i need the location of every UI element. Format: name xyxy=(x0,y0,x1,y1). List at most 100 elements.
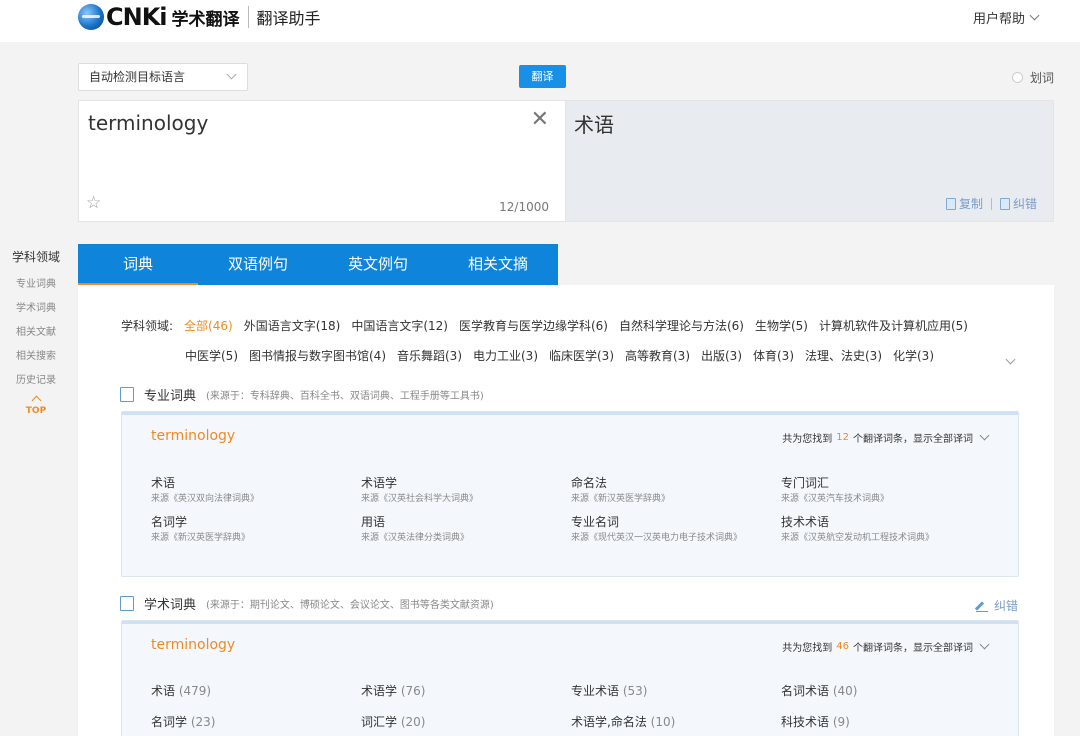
subject-filter-item[interactable]: 出版(3) xyxy=(701,347,742,364)
entry-count: (479) xyxy=(178,684,212,698)
subject-filter-item[interactable]: 电力工业(3) xyxy=(473,347,538,364)
tab-bilingual-examples[interactable]: 双语例句 xyxy=(198,244,318,285)
clear-icon[interactable]: ✕ xyxy=(531,109,549,131)
sidebar-item-pro-dict[interactable]: 专业词典 xyxy=(0,273,72,297)
subject-filter-item[interactable]: 中国语言文字(12) xyxy=(351,317,448,334)
header: CNKi 学术翻译 翻译助手 用户帮助 xyxy=(0,0,1080,42)
acad-dict-source: (来源于：期刊论文、博硕论文、会议论文、图书等各类文献资源) xyxy=(206,600,494,611)
subject-filter-item[interactable]: 临床医学(3) xyxy=(549,347,614,364)
chevron-down-icon xyxy=(979,430,990,441)
acad-dict-entry[interactable]: 名词学 (23) xyxy=(151,713,361,730)
source-textarea[interactable]: terminology ✕ ☆ 12/1000 xyxy=(78,100,566,222)
entry-count: (23) xyxy=(190,715,216,729)
sidebar-item-history[interactable]: 历史记录 xyxy=(0,369,72,393)
output-actions: 复制 纠错 xyxy=(945,195,1037,212)
logo-cnki-text: CNKi xyxy=(106,3,168,31)
entry-source: 来源《现代英汉一汉英电力电子技术词典》 xyxy=(571,533,743,543)
pro-dict-entry[interactable]: 专业名词 来源《现代英汉一汉英电力电子技术词典》 xyxy=(571,513,781,544)
entry-source: 来源《汉英汽车技术词典》 xyxy=(781,494,890,504)
pro-dict-entry[interactable]: 术语学 来源《汉英社会科学大词典》 xyxy=(361,474,571,505)
acad-dict-entry[interactable]: 术语学,命名法 (10) xyxy=(571,713,781,730)
tab-dictionary[interactable]: 词典 xyxy=(78,244,198,285)
help-menu[interactable]: 用户帮助 xyxy=(973,8,1040,27)
count-suffix: 个翻译词条，显示全部译词 xyxy=(853,434,973,445)
subject-filter-item[interactable]: 体育(3) xyxy=(753,347,794,364)
subject-filter-item[interactable]: 生物学(5) xyxy=(755,317,808,334)
subject-filter-item[interactable]: 法理、法史(3) xyxy=(805,347,882,364)
source-text[interactable]: terminology xyxy=(88,111,208,135)
chevron-down-icon xyxy=(226,69,237,80)
huaci-radio[interactable] xyxy=(1011,72,1023,83)
entry-source: 来源《新汉英医学辞典》 xyxy=(571,494,671,504)
tab-related-abstracts[interactable]: 相关文摘 xyxy=(438,244,558,285)
pro-dict-entry[interactable]: 技术术语 来源《汉英航空发动机工程技术词典》 xyxy=(781,513,991,544)
copy-button[interactable]: 复制 xyxy=(945,195,983,212)
acad-dict-term: terminology xyxy=(151,637,236,653)
entry-term: 技术术语 xyxy=(781,515,830,529)
entry-count: (9) xyxy=(832,715,850,729)
target-language-select[interactable]: 自动检测目标语言 xyxy=(78,63,248,91)
sidebar-item-acad-dict[interactable]: 学术词典 xyxy=(0,297,72,321)
chevron-down-icon xyxy=(1029,10,1040,21)
cnki-logo[interactable]: CNKi 学术翻译 翻译助手 xyxy=(78,2,321,32)
correct-button[interactable]: 纠错 xyxy=(999,195,1037,212)
entry-count: (40) xyxy=(832,684,858,698)
acad-dict-count[interactable]: 共为您找到 46 个翻译词条，显示全部译词 xyxy=(782,639,990,654)
count-number: 46 xyxy=(836,641,849,652)
subject-filter-item[interactable]: 中医学(5) xyxy=(185,347,238,364)
pro-dict-count[interactable]: 共为您找到 12 个翻译词条，显示全部译词 xyxy=(782,430,990,445)
pro-dict-entry[interactable]: 命名法 来源《新汉英医学辞典》 xyxy=(571,474,781,505)
entry-term: 术语学,命名法 xyxy=(571,715,647,729)
back-to-top-button[interactable]: TOP xyxy=(0,395,72,416)
acad-dict-header: 学术词典 (来源于：期刊论文、博硕论文、会议论文、图书等各类文献资源) xyxy=(120,594,494,613)
entry-term: 名词学 xyxy=(151,515,188,529)
entry-source: 来源《英汉双向法律词典》 xyxy=(151,494,260,504)
star-icon[interactable]: ☆ xyxy=(86,193,101,213)
expand-subjects-chevron-icon[interactable] xyxy=(1005,354,1016,365)
pro-dict-entry[interactable]: 用语 来源《汉英法律分类词典》 xyxy=(361,513,571,544)
tab-english-examples[interactable]: 英文例句 xyxy=(318,244,438,285)
sidebar-item-related-docs[interactable]: 相关文献 xyxy=(0,321,72,345)
divider xyxy=(990,197,992,210)
acad-dict-entry[interactable]: 词汇学 (20) xyxy=(361,713,571,730)
subject-filter-item[interactable]: 高等教育(3) xyxy=(625,347,690,364)
subject-filter-item[interactable]: 计算机软件及计算机应用(5) xyxy=(819,317,968,334)
count-prefix: 共为您找到 xyxy=(782,434,833,445)
sidebar-item-related-search[interactable]: 相关搜索 xyxy=(0,345,72,369)
char-counter: 12/1000 xyxy=(499,200,549,214)
card-top-bar xyxy=(122,621,1018,624)
subject-filter-item[interactable]: 全部(46) xyxy=(184,317,233,334)
entry-term: 术语 xyxy=(151,684,176,698)
entry-term: 专门词汇 xyxy=(781,476,830,490)
entry-term: 专业术语 xyxy=(571,684,620,698)
entry-count: (20) xyxy=(400,715,426,729)
sidebar-title[interactable]: 学科领域 xyxy=(0,248,72,265)
subject-filter-item[interactable]: 医学教育与医学边缘学科(6) xyxy=(459,317,608,334)
correct-icon xyxy=(999,197,1010,210)
acad-dict-entry[interactable]: 科技术语 (9) xyxy=(781,713,991,730)
logo-subtitle: 翻译助手 xyxy=(256,9,321,28)
pro-dict-entry[interactable]: 名词学 来源《新汉英医学辞典》 xyxy=(151,513,361,544)
subject-filter-item[interactable]: 音乐舞蹈(3) xyxy=(397,347,462,364)
chevron-down-icon xyxy=(979,639,990,650)
subject-filter-item[interactable]: 图书情报与数字图书馆(4) xyxy=(249,347,386,364)
translation-output: 术语 复制 纠错 xyxy=(566,100,1054,222)
pro-dict-entry[interactable]: 专门词汇来源《汉英汽车技术词典》 xyxy=(781,474,991,505)
pro-dict-entry[interactable]: 术语 来源《英汉双向法律词典》 xyxy=(151,474,361,505)
acad-dict-card: terminology 共为您找到 46 个翻译词条，显示全部译词 术语 (47… xyxy=(121,620,1019,736)
acad-dict-entry[interactable]: 名词术语 (40) xyxy=(781,682,991,699)
entry-term: 术语学 xyxy=(361,476,398,490)
left-sidebar: 学科领域 专业词典 学术词典 相关文献 相关搜索 历史记录 TOP xyxy=(0,248,72,416)
huaci-toggle[interactable]: 划词 xyxy=(1011,69,1054,86)
acad-dict-entry[interactable]: 术语 (479) xyxy=(151,682,361,699)
translate-button[interactable]: 翻译 xyxy=(519,65,566,88)
pro-dict-header: 专业词典 (来源于：专科辞典、百科全书、双语词典、工程手册等工具书) xyxy=(120,385,484,404)
acad-dict-entry[interactable]: 专业术语 (53) xyxy=(571,682,781,699)
acad-dict-correct-button[interactable]: 纠错 xyxy=(975,597,1018,614)
subject-filter-item[interactable]: 自然科学理论与方法(6) xyxy=(619,317,744,334)
subject-filter-item[interactable]: 外国语言文字(18) xyxy=(244,317,341,334)
subject-filter-item[interactable]: 化学(3) xyxy=(893,347,934,364)
acad-dict-entry[interactable]: 术语学 (76) xyxy=(361,682,571,699)
entry-count: (10) xyxy=(650,715,676,729)
pro-dict-title: 专业词典 xyxy=(144,389,197,404)
